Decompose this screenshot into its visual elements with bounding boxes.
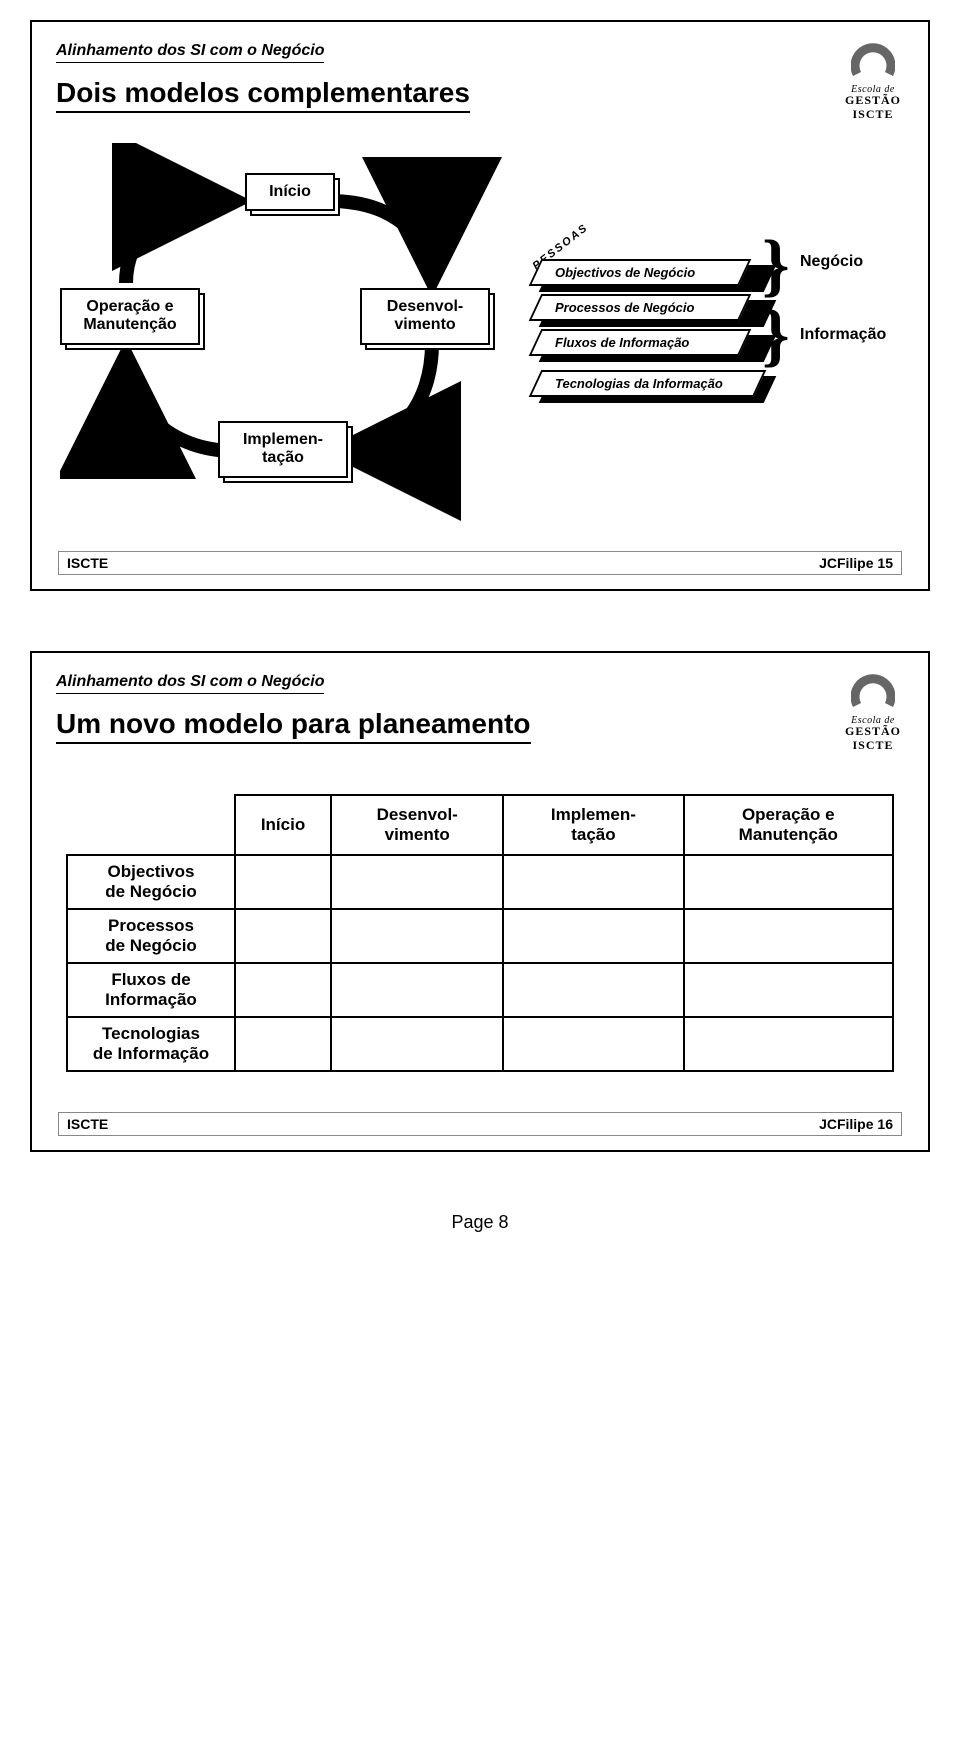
layer-processos: Processos de Negócio	[535, 294, 760, 321]
footer-left: ISCTE	[67, 555, 108, 571]
cell	[235, 855, 331, 909]
logo-arc-icon	[851, 667, 895, 711]
cell	[503, 909, 683, 963]
logo-line3: ISCTE	[838, 107, 908, 122]
cell	[503, 963, 683, 1017]
footer-right: JCFilipe 16	[819, 1116, 893, 1132]
cell	[331, 909, 503, 963]
row-tecnologias: Tecnologias de Informação	[67, 1017, 235, 1071]
brace-bottom-icon: }	[762, 301, 790, 371]
col-inicio: Início	[235, 795, 331, 855]
cell	[684, 1017, 894, 1071]
logo-arc-icon	[851, 36, 895, 80]
layer-fluxos: Fluxos de Informação	[535, 329, 760, 356]
cell	[235, 909, 331, 963]
cell	[503, 855, 683, 909]
logo: Escola de GESTÃO ISCTE	[838, 36, 908, 122]
cell	[235, 1017, 331, 1071]
slide-2: Escola de GESTÃO ISCTE Alinhamento dos S…	[30, 651, 930, 1152]
planning-grid: Início Desenvol- vimento Implemen- tação…	[66, 794, 894, 1072]
slide-header: Alinhamento dos SI com o Negócio	[56, 42, 324, 63]
cell	[331, 963, 503, 1017]
layer-stack: Objectivos de Negócio Processos de Negóc…	[535, 259, 760, 405]
slide-header: Alinhamento dos SI com o Negócio	[56, 673, 324, 694]
row-objectivos: Objectivos de Negócio	[67, 855, 235, 909]
logo-line2: GESTÃO	[838, 93, 908, 108]
box-desenvolvimento: Desenvol- vimento	[360, 288, 490, 345]
slide-title: Dois modelos complementares	[56, 77, 470, 113]
cell	[331, 1017, 503, 1071]
cell	[503, 1017, 683, 1071]
layer-tecnologias: Tecnologias da Informação	[535, 370, 760, 397]
row-processos: Processos de Negócio	[67, 909, 235, 963]
slide-1: Escola de GESTÃO ISCTE Alinhamento dos S…	[30, 20, 930, 591]
col-operacao: Operação e Manutenção	[684, 795, 894, 855]
slide-page-num: 16	[877, 1116, 893, 1132]
box-inicio: Início	[245, 173, 335, 211]
label-informacao: Informação	[800, 326, 886, 344]
page-number: Page 8	[0, 1212, 960, 1233]
box-implementacao: Implemen- tação	[218, 421, 348, 478]
footer-right: JCFilipe 15	[819, 555, 893, 571]
slide-page-num: 15	[877, 555, 893, 571]
layer-objectivos: Objectivos de Negócio	[535, 259, 760, 286]
col-implementacao: Implemen- tação	[503, 795, 683, 855]
slide-footer: ISCTE JCFilipe 16	[58, 1112, 902, 1136]
cell	[331, 855, 503, 909]
brace-top-icon: }	[762, 231, 790, 301]
row-fluxos: Fluxos de Informação	[67, 963, 235, 1017]
cell	[684, 909, 894, 963]
logo-line3: ISCTE	[838, 738, 908, 753]
cell	[684, 855, 894, 909]
logo: Escola de GESTÃO ISCTE	[838, 667, 908, 753]
box-operacao-manutencao: Operação e Manutenção	[60, 288, 200, 345]
slide-footer: ISCTE JCFilipe 15	[58, 551, 902, 575]
process-diagram: Início Operação e Manutenção Desenvol- v…	[60, 143, 900, 523]
label-negocio: Negócio	[800, 253, 863, 271]
logo-line2: GESTÃO	[838, 724, 908, 739]
slide-title: Um novo modelo para planeamento	[56, 708, 531, 744]
cell	[684, 963, 894, 1017]
footer-left: ISCTE	[67, 1116, 108, 1132]
col-desenvolvimento: Desenvol- vimento	[331, 795, 503, 855]
grid-corner	[67, 795, 235, 855]
cell	[235, 963, 331, 1017]
